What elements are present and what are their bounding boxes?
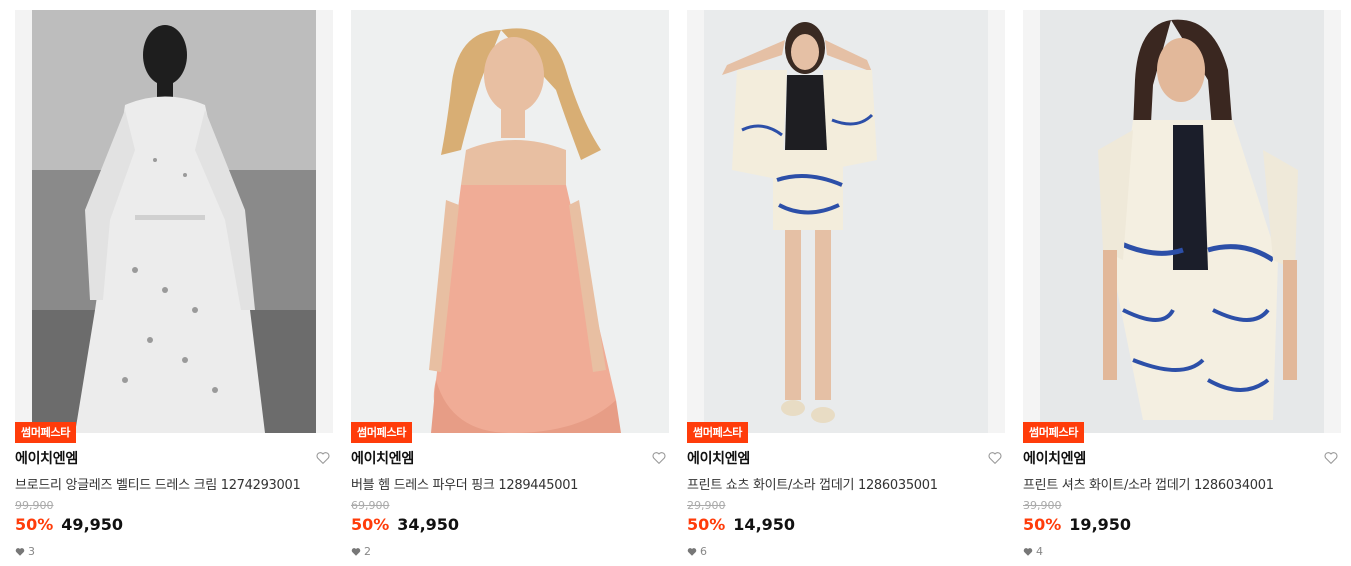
promo-badge: 썸머페스타: [15, 422, 77, 443]
discount-rate: 50%: [351, 515, 390, 534]
sale-price: 14,950: [733, 515, 796, 534]
product-name[interactable]: 브로드리 앙글레즈 벨티드 드레스 크림 1274293001: [15, 474, 301, 493]
price-row: 50% 19,950: [1023, 515, 1131, 534]
original-price: 29,900: [687, 499, 726, 512]
wishlist-heart-icon[interactable]: [651, 450, 667, 466]
promo-badge: 썸머페스타: [351, 422, 413, 443]
product-card[interactable]: 썸머페스타 에이치엔엠 프린트 셔츠 화이트/소라 껍데기 1286034001…: [1023, 10, 1341, 566]
original-price: 69,900: [351, 499, 390, 512]
like-count: 4: [1023, 545, 1043, 558]
discount-rate: 50%: [687, 515, 726, 534]
discount-rate: 50%: [1023, 515, 1062, 534]
price-row: 50% 14,950: [687, 515, 795, 534]
like-count-value: 4: [1036, 545, 1043, 558]
small-heart-icon: [15, 547, 25, 556]
product-name[interactable]: 프린트 셔츠 화이트/소라 껍데기 1286034001: [1023, 474, 1274, 493]
discount-rate: 50%: [15, 515, 54, 534]
price-row: 50% 34,950: [351, 515, 459, 534]
sale-price: 34,950: [397, 515, 460, 534]
wishlist-heart-icon[interactable]: [987, 450, 1003, 466]
like-count: 3: [15, 545, 35, 558]
product-card[interactable]: 썸머페스타 에이치엔엠 브로드리 앙글레즈 벨티드 드레스 크림 1274293…: [15, 10, 333, 566]
wishlist-heart-icon[interactable]: [315, 450, 331, 466]
like-count-value: 6: [700, 545, 707, 558]
brand-name[interactable]: 에이치엔엠: [351, 448, 414, 468]
small-heart-icon: [687, 547, 697, 556]
product-name[interactable]: 버블 헴 드레스 파우더 핑크 1289445001: [351, 474, 578, 493]
like-count: 2: [351, 545, 371, 558]
product-grid: 썸머페스타 에이치엔엠 브로드리 앙글레즈 벨티드 드레스 크림 1274293…: [0, 0, 1351, 566]
like-count: 6: [687, 545, 707, 558]
product-name[interactable]: 프린트 쇼츠 화이트/소라 껍데기 1286035001: [687, 474, 938, 493]
small-heart-icon: [351, 547, 361, 556]
like-count-value: 3: [28, 545, 35, 558]
product-photo: [1023, 10, 1341, 433]
like-count-value: 2: [364, 545, 371, 558]
product-photo: [15, 10, 333, 433]
product-photo: [687, 10, 1005, 433]
promo-badge: 썸머페스타: [687, 422, 749, 443]
price-row: 50% 49,950: [15, 515, 123, 534]
wishlist-heart-icon[interactable]: [1323, 450, 1339, 466]
original-price: 99,900: [15, 499, 54, 512]
brand-name[interactable]: 에이치엔엠: [1023, 448, 1086, 468]
product-image[interactable]: [351, 10, 669, 433]
brand-name[interactable]: 에이치엔엠: [687, 448, 750, 468]
small-heart-icon: [1023, 547, 1033, 556]
brand-name[interactable]: 에이치엔엠: [15, 448, 78, 468]
product-photo: [351, 10, 669, 433]
product-card[interactable]: 썸머페스타 에이치엔엠 버블 헴 드레스 파우더 핑크 1289445001 6…: [351, 10, 669, 566]
product-image[interactable]: [687, 10, 1005, 433]
product-image[interactable]: [15, 10, 333, 433]
sale-price: 19,950: [1069, 515, 1132, 534]
sale-price: 49,950: [61, 515, 124, 534]
product-image[interactable]: [1023, 10, 1341, 433]
product-card[interactable]: 썸머페스타 에이치엔엠 프린트 쇼츠 화이트/소라 껍데기 1286035001…: [687, 10, 1005, 566]
original-price: 39,900: [1023, 499, 1062, 512]
promo-badge: 썸머페스타: [1023, 422, 1085, 443]
